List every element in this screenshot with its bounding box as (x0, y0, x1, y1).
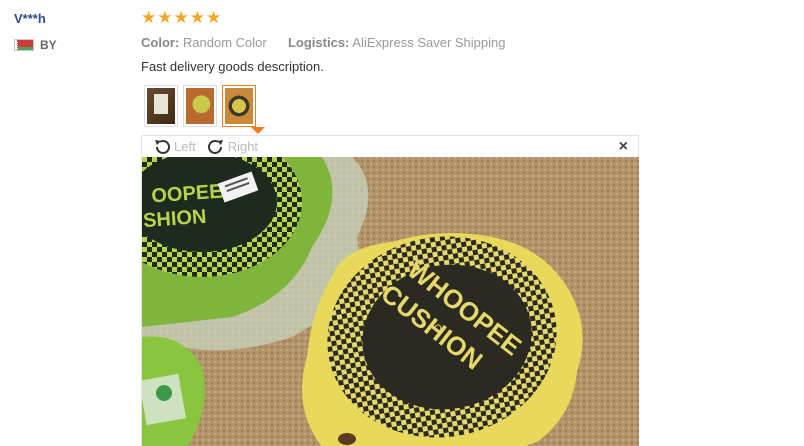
star-icon: ★ (157, 8, 173, 27)
reviewer-name: V***h (14, 11, 46, 26)
rotate-left-button[interactable]: Left (152, 138, 196, 156)
star-icon: ★ (173, 8, 189, 27)
feedback-text: Fast delivery goods description. (141, 59, 324, 74)
photo-thumbnails (144, 85, 256, 127)
photo-thumb-cushion-closeup[interactable] (222, 85, 256, 127)
reviewer-country: BY (14, 37, 124, 53)
flag-icon (14, 39, 34, 51)
close-icon[interactable]: × (619, 138, 628, 156)
photo-thumb-package[interactable] (144, 85, 178, 127)
country-code: BY (40, 38, 57, 52)
logistics-label: Logistics: (287, 35, 350, 50)
color-label: Color: (141, 35, 180, 50)
active-thumb-indicator (251, 127, 265, 134)
logistics-value: AliExpress Saver Shipping (352, 35, 506, 50)
svg-text:SHION: SHION (142, 206, 207, 232)
rotate-right-button[interactable]: Right (206, 138, 258, 156)
review-details: ★ ★ ★ ★ ★ Color: Random Color Logistics:… (141, 9, 641, 76)
rotate-left-icon (155, 139, 170, 154)
review-photo: OOPEE SHION WHOOPEE CUSHION (142, 157, 639, 446)
image-viewer: Left Right × OOPEE SHION WHOOPEE CUSHION (141, 135, 639, 446)
star-icon: ★ (189, 8, 205, 27)
photo-thumb-cushions[interactable] (183, 85, 217, 127)
color-value: Random Color (182, 35, 267, 50)
rotate-left-label: Left (174, 139, 196, 154)
rotate-right-label: Right (227, 139, 259, 154)
star-rating: ★ ★ ★ ★ ★ (141, 9, 641, 27)
rotate-right-icon (207, 139, 223, 154)
star-icon: ★ (206, 8, 222, 27)
reviewer-info: V***h BY (14, 10, 124, 53)
order-info: Color: Random Color Logistics: AliExpres… (141, 34, 641, 52)
star-icon: ★ (141, 8, 157, 27)
viewer-toolbar: Left Right × (142, 136, 638, 157)
